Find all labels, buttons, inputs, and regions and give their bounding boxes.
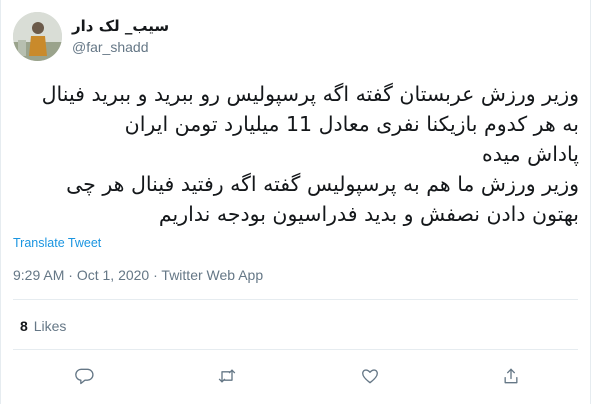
tweet-text-line: وزیر ورزش عربستان گفته اگه پرسپولیس رو ب… (41, 82, 579, 106)
meta-separator: · (149, 267, 162, 283)
meta-separator: · (64, 267, 77, 283)
like-button[interactable] (354, 360, 386, 392)
tweet-header: سیب_ لک دار @far_shadd (13, 11, 169, 61)
tweet-meta: 9:29 AM · Oct 1, 2020 · Twitter Web App (13, 267, 263, 283)
tweet-text-line: پاداش میده (482, 142, 579, 166)
likes-stat[interactable]: 8 Likes (20, 318, 66, 334)
author-names: سیب_ لک دار @far_shadd (72, 16, 169, 57)
share-button[interactable] (495, 360, 527, 392)
author-handle[interactable]: @far_shadd (72, 37, 169, 57)
retweet-icon (218, 369, 236, 383)
tweet-source[interactable]: Twitter Web App (161, 267, 263, 283)
author-display-name[interactable]: سیب_ لک دار (72, 16, 169, 36)
tweet-card: سیب_ لک دار @far_shadd وزیر ورزش عربستان… (0, 0, 591, 404)
tweet-text-line: وزیر ورزش ما هم به پرسپولیس گفته اگه رفت… (66, 172, 579, 196)
tweet-actions (1, 360, 591, 392)
heart-icon (362, 369, 378, 384)
likes-label: Likes (33, 318, 67, 334)
tweet-date[interactable]: Oct 1, 2020 (77, 267, 149, 283)
tweet-text: وزیر ورزش عربستان گفته اگه پرسپولیس رو ب… (13, 79, 579, 229)
tweet-time[interactable]: 9:29 AM (13, 267, 64, 283)
reply-button[interactable] (69, 360, 101, 392)
likes-count: 8 (20, 318, 28, 334)
avatar-image (13, 11, 62, 61)
retweet-button[interactable] (211, 360, 243, 392)
share-icon (504, 368, 518, 384)
translate-tweet-link[interactable]: Translate Tweet (13, 236, 101, 250)
tweet-text-line: بهتون دادن نصفش و بدید فدراسیون بودجه ند… (158, 202, 579, 226)
reply-icon (75, 368, 94, 385)
tweet-text-line: به هر کدوم بازیکنا نفری معادل 11 میلیارد… (124, 112, 579, 136)
divider (13, 299, 578, 300)
divider (13, 349, 578, 350)
avatar[interactable] (13, 11, 62, 61)
